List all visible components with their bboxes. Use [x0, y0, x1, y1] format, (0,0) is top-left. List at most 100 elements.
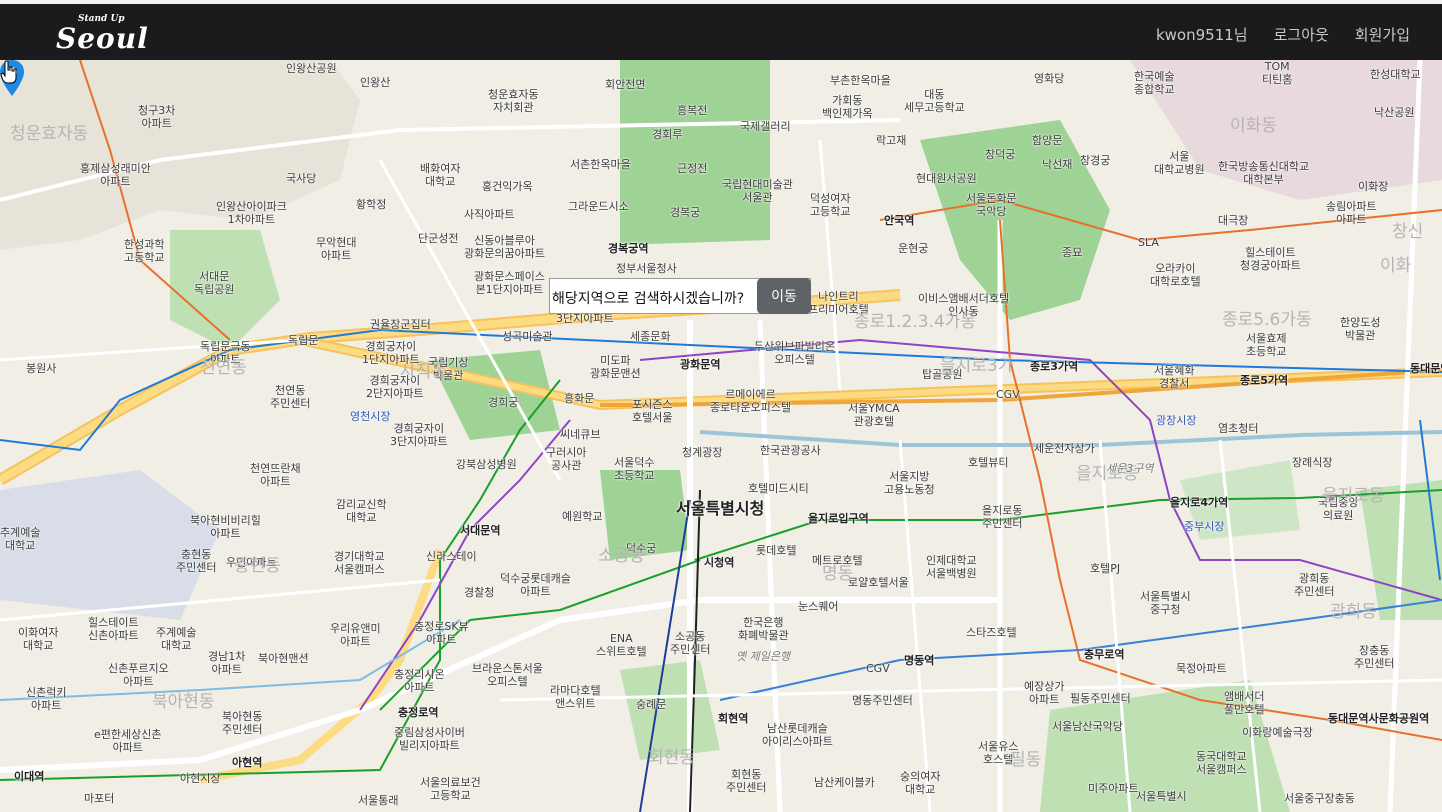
map-label-landmark: 남산롯데캐슬 아이리스아파트: [762, 722, 833, 748]
map-label-area: 을지로3가: [940, 356, 1014, 376]
map-label-landmark: 필동주민센터: [1070, 692, 1131, 705]
map-canvas[interactable]: 인왕산공원 인왕산 청운효자동 자치회관 회안전면 흥복전 부촌한옥마을 가회동 백…: [0, 60, 1442, 812]
map-label-landmark: 서울돈화문 국악당: [966, 192, 1017, 218]
map-label-landmark: 서울통래: [358, 794, 399, 807]
map-label-landmark: 한국관광공사: [760, 444, 821, 457]
map-label-landmark: 그라운드시소: [568, 200, 629, 213]
map-label-landmark: 충정로SK뷰 아파트: [414, 620, 469, 646]
map-label-landmark: 인왕산: [360, 76, 391, 89]
map-label-landmark: 서울덕수 초등학교: [614, 456, 655, 482]
map-label-area: 종로1.2.3.4가동: [854, 312, 977, 332]
map-label-landmark: 창덕궁: [985, 148, 1016, 161]
map-label-landmark: 로얄호텔서울: [848, 576, 909, 589]
map-label-landmark: 신촌럭키 아파트: [26, 686, 67, 712]
map-label-landmark: 대극장: [1218, 214, 1249, 227]
nav-signup-link[interactable]: 회원가입: [1355, 24, 1410, 45]
map-label-landmark: 경회루: [652, 128, 683, 141]
map-label-area: 이화동: [1230, 116, 1277, 136]
map-label-district: 옛 제일은행: [736, 650, 791, 663]
logo-text: Seoul: [56, 22, 149, 55]
map-label-landmark: 서울남산국악당: [1052, 720, 1123, 733]
map-label-landmark: 흥화문: [564, 392, 595, 405]
map-label-landmark: 숭례문: [636, 698, 667, 711]
map-label-landmark: 덕수궁롯데캐슬 아파트: [500, 572, 571, 598]
map-label-landmark: 사직아파트: [464, 208, 515, 221]
map-label-area: 명동: [822, 564, 854, 584]
map-label-landmark: 세종문화: [630, 330, 671, 343]
map-label-landmark: 낙선재: [1042, 158, 1073, 171]
map-label-landmark: 한국방송통신대학교 대학본부: [1218, 160, 1310, 186]
map-label-landmark: 마포터: [84, 792, 115, 805]
map-label-area: 소공동: [598, 546, 645, 566]
map-label-area: 이화: [1380, 256, 1412, 276]
map-label-landmark: 청구3차 아파트: [138, 104, 176, 130]
map-label-landmark: 추계예술 대학교: [0, 526, 41, 552]
map-label-landmark: 한국은행 화폐박물관: [738, 616, 789, 642]
map-label-landmark: 소공동 주민센터: [670, 630, 711, 656]
map-label-landmark: 장충동 주민센터: [1354, 644, 1395, 670]
search-region-dialog: 해당지역으로 검색하시겠습니까? 이동: [549, 278, 811, 314]
map-label-landmark: 구러시아 공사관: [546, 446, 587, 472]
map-label-station: 회현역: [718, 712, 749, 725]
nav-user-link[interactable]: kwon9511님: [1156, 24, 1248, 45]
map-label-area: 광희동: [1330, 602, 1377, 622]
map-label-area: 충현동: [234, 556, 281, 576]
map-label-landmark: e편한세상신촌 아파트: [94, 728, 162, 754]
map-label-landmark: 서울의료보건 고등학교: [420, 776, 481, 802]
map-label-landmark: 한성대학교: [1370, 68, 1421, 81]
map-label-area: 천연동: [200, 358, 247, 378]
map-label-landmark: CGV: [866, 662, 890, 675]
map-label-landmark: 낙산공원: [1374, 106, 1415, 119]
map-label-landmark: 예장상가 아파트: [1024, 680, 1065, 706]
map-label-landmark: 이화랑예술극장: [1242, 726, 1313, 739]
map-label-landmark: 경기대학교 서울캠퍼스: [334, 550, 385, 576]
map-label-landmark: 국립현대미술관 서울관: [722, 178, 793, 204]
map-label-station: 이대역: [14, 770, 45, 783]
map-label-landmark: 배화여자 대학교: [420, 162, 461, 188]
map-label-landmark: 남산케이블카: [814, 776, 875, 789]
map-label-station: 시청역: [704, 556, 735, 569]
map-label-landmark: 주계예술 대학교: [156, 626, 197, 652]
nav-logout-link[interactable]: 로그아웃: [1274, 24, 1329, 45]
map-label-landmark: 중부시장: [1184, 520, 1225, 533]
map-label-landmark: 오라카이 대학로호텔: [1150, 262, 1201, 288]
map-label-landmark: 락고재: [876, 134, 907, 147]
dialog-question: 해당지역으로 검색하시겠습니까?: [552, 291, 745, 307]
map-label-landmark: 세운전자상가: [1034, 442, 1095, 455]
map-label-landmark: 광장시장: [1156, 414, 1197, 427]
map-label-landmark: 회안전면: [605, 78, 646, 91]
map-label-landmark: 창경궁: [1080, 154, 1111, 167]
map-label-landmark: 서울YMCA 관광호텔: [848, 402, 900, 428]
map-label-landmark: 흥복전: [677, 104, 708, 117]
map-label-landmark: 회현동 주민센터: [726, 768, 767, 794]
map-label-landmark: 한국예술 종합학교: [1134, 70, 1175, 96]
map-label-landmark: 종묘: [1062, 246, 1083, 259]
map-label-landmark: 눈스퀘어: [798, 600, 839, 613]
map-label-landmark: 정부서울청사: [616, 262, 677, 275]
map-label-station: 을지로입구역: [808, 512, 869, 525]
map-label-landmark: 브라운스톤서울 오피스텔: [472, 662, 543, 688]
map-label-landmark: 운현궁: [898, 242, 929, 255]
map-label-landmark: 강북삼성병원: [456, 458, 517, 471]
map-label-landmark: 북아현비비리힐 아파트: [190, 514, 261, 540]
map-label-landmark: 서울 대학교병원: [1154, 150, 1205, 176]
map-label-landmark: 국제갤러리: [740, 120, 791, 133]
map-label-cityhall: 서울특별시청: [676, 499, 765, 518]
map-label-landmark: 호텔뷰티: [968, 456, 1009, 469]
map-label-landmark: 스타즈호텔: [966, 626, 1017, 639]
map-label-landmark: 라마다호텔 앤스위트: [550, 684, 601, 710]
move-button[interactable]: 이동: [757, 278, 811, 314]
map-label-landmark: 천연동 주민센터: [270, 384, 311, 410]
map-label-area: 회현동: [648, 748, 695, 768]
map-label-landmark: 영화당: [1034, 72, 1065, 85]
map-label-landmark: 홍건익가옥: [482, 180, 533, 193]
map-label-area: 북아현동: [152, 692, 215, 712]
map-label-landmark: 우리유앤미 아파트: [330, 622, 381, 648]
map-label-landmark: 신동아블루아 광화문의꿈아파트: [464, 234, 545, 260]
map-label-landmark: 북아현맨션: [258, 652, 309, 665]
map-label-landmark: 숭의여자 대학교: [900, 770, 941, 796]
map-label-landmark: 롯데호텔: [756, 544, 797, 557]
map-label-landmark: 함양문: [1032, 134, 1063, 147]
map-label-landmark: 을지로동 주민센터: [982, 504, 1023, 530]
map-label-landmark: 인왕산공원: [286, 62, 337, 75]
